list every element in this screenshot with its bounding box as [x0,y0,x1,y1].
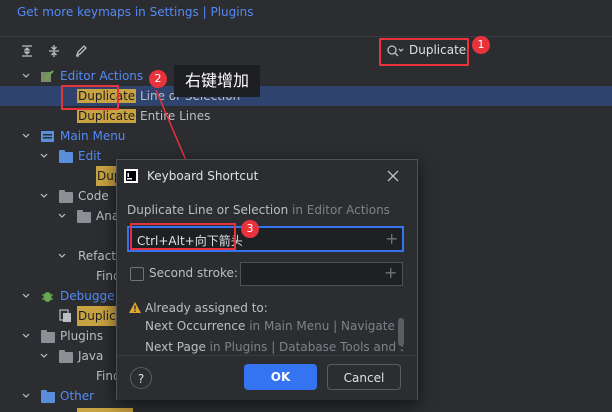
intellij-logo-icon [124,169,138,183]
folder-icon [41,330,55,343]
tree-label-debugger: Debugge [60,289,115,303]
tree-label-plugins: Plugins [60,329,103,343]
conflict-item[interactable]: Next Page in Plugins | Database Tools an… [145,340,403,354]
highlight-match: Duplic [77,306,117,326]
editor-actions-icon [41,70,54,82]
conflict-context: in Plugins | Database Tools and S [205,340,403,354]
annotation-box-shortcut [130,223,236,250]
conflict-name: Next Occurrence [145,319,246,333]
annotation-badge-3: 3 [241,220,259,238]
tree-label-java: Java [78,349,104,363]
dialog-action-description: Duplicate Line or Selection in Editor Ac… [127,203,390,217]
collapse-all-icon[interactable] [47,44,61,58]
chevron-down-icon[interactable] [40,152,48,160]
dialog-footer: ? OK Cancel [117,355,417,400]
already-assigned-label: Already assigned to: [145,301,268,315]
get-more-keymaps-link[interactable]: Get more keymaps in Settings | Plugins [17,5,253,19]
folder-icon [41,390,55,403]
chevron-down-icon[interactable] [58,252,66,260]
tree-label-code: Code [78,189,109,203]
second-stroke-label: Second stroke: [149,266,238,280]
expand-all-icon[interactable] [20,44,34,58]
annotation-badge-2: 2 [149,70,167,88]
chevron-down-icon[interactable] [22,132,30,140]
chevron-down-icon[interactable] [40,192,48,200]
conflict-item[interactable]: Next Occurrence in Main Menu | Navigate [145,319,395,333]
conflict-scrollbar[interactable] [398,318,404,346]
folder-icon [59,150,73,163]
annotation-box-search [379,38,469,66]
add-icon[interactable]: + [384,263,397,282]
tree-label-edit: Edit [78,149,102,163]
chevron-down-icon[interactable] [22,72,30,80]
second-stroke-field[interactable]: + [240,262,403,286]
conflict-context: in Main Menu | Navigate [245,319,395,333]
dialog-title-bar: Keyboard Shortcut [117,160,417,192]
menu-icon [41,131,54,142]
highlight-match: Duplicate [77,109,137,123]
copy-icon [59,309,71,322]
chevron-down-icon[interactable] [58,212,66,220]
action-name: Duplicate Line or Selection [127,203,289,217]
warning-icon [129,302,141,313]
chevron-down-icon[interactable] [22,292,30,300]
conflict-name: Next Page [145,340,206,354]
help-button[interactable]: ? [130,367,152,389]
toolbar: Duplicate [0,36,612,65]
tree-label-other: Other [60,389,95,403]
add-icon[interactable]: + [385,229,398,248]
chevron-down-icon[interactable] [22,392,30,400]
conflict-list: Next Occurrence in Main Menu | Navigate … [145,319,403,354]
tree-row-main-menu[interactable]: Main Menu [0,126,612,146]
highlight-match-partial [77,408,133,412]
ok-button[interactable]: OK [244,364,317,390]
debugger-bug-icon [42,292,53,302]
annotation-badge-1: 1 [472,36,490,54]
tree-label-main-menu: Main Menu [60,129,126,143]
folder-icon [59,350,73,363]
keyboard-shortcut-dialog: Keyboard Shortcut Duplicate Line or Sele… [116,159,418,400]
dialog-title: Keyboard Shortcut [147,169,259,183]
action-context: in Editor Actions [288,203,390,217]
cancel-button[interactable]: Cancel [327,364,401,390]
chevron-down-icon[interactable] [40,352,48,360]
tree-label-editor-actions: Editor Actions [60,69,144,83]
annotation-box-tree-item [61,85,119,110]
close-icon[interactable] [387,170,399,182]
folder-icon [77,210,91,223]
second-stroke-checkbox[interactable] [130,267,144,281]
chevron-down-icon[interactable] [22,332,30,340]
folder-icon [59,190,73,203]
edit-pencil-icon[interactable] [74,44,88,58]
tree-row-editor-actions[interactable]: Editor Actions [0,66,612,86]
